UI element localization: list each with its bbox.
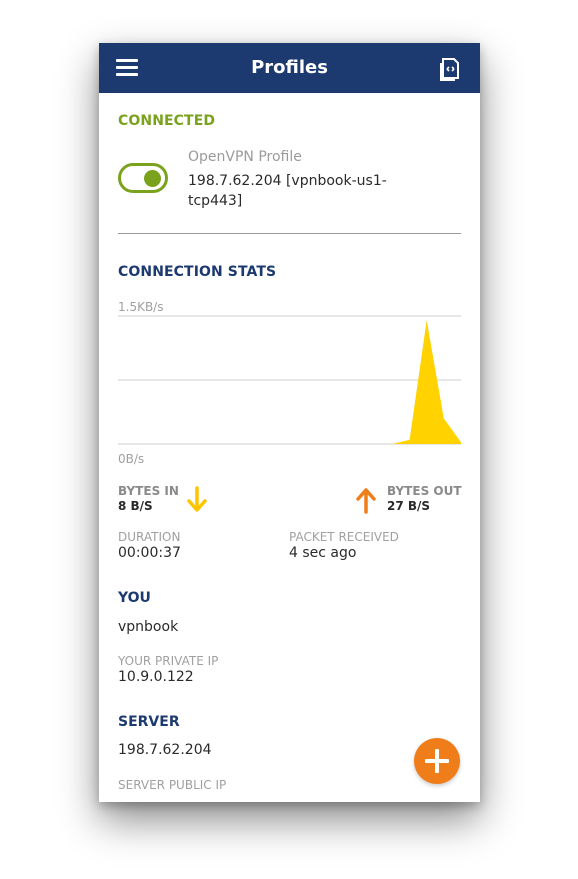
chart-max-label: 1.5KB/s [118,300,164,314]
server-address-value: 198.7.62.204 [118,742,212,758]
import-profile-icon[interactable] [437,56,463,82]
hamburger-menu-icon[interactable] [113,56,141,80]
app-header: Profiles [99,43,480,93]
toggle-thumb [144,170,161,187]
you-section-label: YOU [118,590,151,606]
bytes-out-label: BYTES OUT [387,484,462,498]
profile-server: 198.7.62.204 [vpnbook-us1-tcp443] [188,173,387,209]
username-value: vpnbook [118,619,179,635]
bytes-in-label: BYTES IN [118,484,179,498]
connection-status-label: CONNECTED [118,113,216,129]
bytes-out-value: 27 B/S [387,499,431,513]
page-title: Profiles [251,57,328,78]
packet-received-label: PACKET RECEIVED [289,530,399,544]
duration-label: DURATION [118,530,181,544]
server-section-label: SERVER [118,714,180,730]
connection-stats-label: CONNECTION STATS [118,264,277,280]
private-ip-value: 10.9.0.122 [118,669,194,685]
packet-received-value: 4 sec ago [289,545,357,561]
duration-value: 00:00:37 [118,545,181,561]
connection-toggle[interactable] [118,163,168,193]
arrow-down-icon [187,486,207,512]
divider [118,233,461,234]
bytes-in-value: 8 B/S [118,499,153,513]
private-ip-label: YOUR PRIVATE IP [118,654,219,668]
server-public-ip-label: SERVER PUBLIC IP [118,778,227,792]
add-profile-button[interactable] [414,738,460,784]
chart-area-series [118,320,461,444]
traffic-chart [118,315,461,445]
app-screen: Profiles CONNECTED OpenVPN Profile 198.7… [99,43,480,802]
profile-name: OpenVPN Profile [188,149,302,165]
arrow-up-icon [356,488,376,514]
chart-min-label: 0B/s [118,452,145,466]
